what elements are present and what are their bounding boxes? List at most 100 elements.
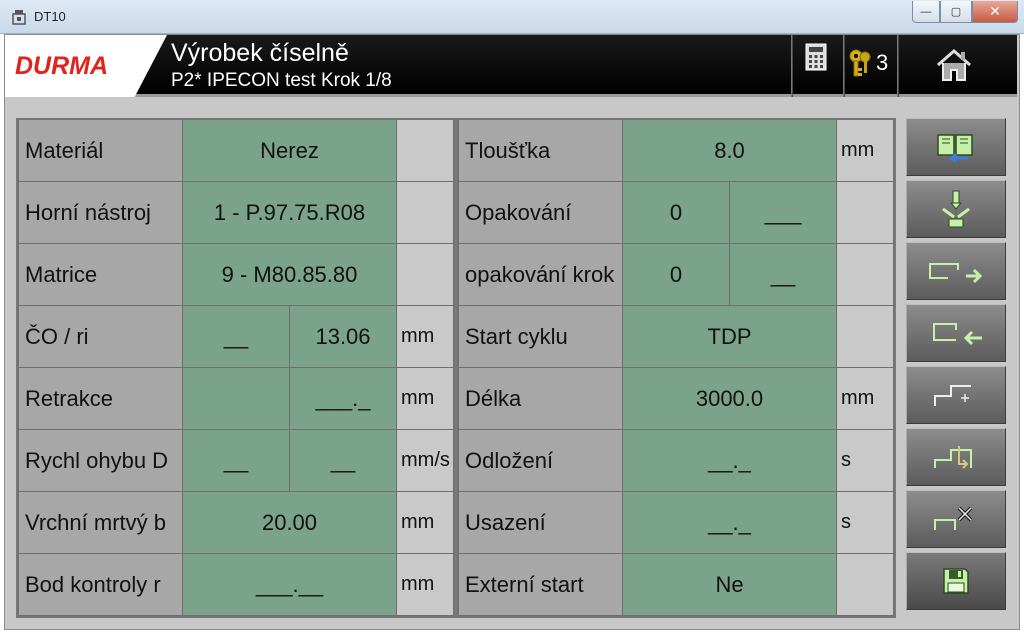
- param-unit: mm: [397, 368, 454, 430]
- param-label: Vrchní mrtvý b: [18, 492, 183, 554]
- param-unit: s: [837, 492, 894, 554]
- param-value-field[interactable]: Ne: [623, 554, 837, 616]
- param-row-usazeni: Usazení __._ s: [458, 492, 894, 554]
- bend-forward-icon: [929, 263, 983, 284]
- calculator-button[interactable]: [805, 43, 827, 71]
- param-row-material: Materiál Nerez: [18, 120, 454, 182]
- param-row-start-cyklu: Start cyklu TDP: [458, 306, 894, 368]
- param-row-matrice: Matrice 9 - M80.85.80: [18, 244, 454, 306]
- param-value-field[interactable]: 13.06: [290, 306, 397, 368]
- param-unit: mm: [397, 306, 454, 368]
- bend-back-icon: [933, 323, 982, 346]
- key-icon: [849, 49, 871, 77]
- param-label: Rychl ohybu D: [18, 430, 183, 492]
- param-unit: [837, 306, 894, 368]
- param-value-field[interactable]: 9 - M80.85.80: [183, 244, 397, 306]
- param-row-vrchni-mrtvy-b: Vrchní mrtvý b 20.00 mm: [18, 492, 454, 554]
- param-label: Horní nástroj: [18, 182, 183, 244]
- param-value-field[interactable]: __: [183, 306, 290, 368]
- home-button[interactable]: [935, 47, 973, 83]
- add-step-button[interactable]: [906, 366, 1006, 424]
- bend-back-button[interactable]: [906, 304, 1006, 362]
- param-label: Opakování: [458, 182, 623, 244]
- param-row-delka: Délka 3000.0 mm: [458, 368, 894, 430]
- maximize-button[interactable]: ▢: [940, 1, 972, 23]
- side-toolbar: [906, 118, 1008, 618]
- tools-button[interactable]: [906, 180, 1006, 238]
- bend-forward-button[interactable]: [906, 242, 1006, 300]
- save-button[interactable]: [906, 552, 1006, 610]
- program-library-button[interactable]: [906, 118, 1006, 176]
- param-unit: mm: [837, 120, 894, 182]
- param-label: Retrakce: [18, 368, 183, 430]
- param-unit: mm: [837, 368, 894, 430]
- insert-step-button[interactable]: [906, 428, 1006, 486]
- param-unit: [397, 182, 454, 244]
- param-value-field[interactable]: Nerez: [183, 120, 397, 182]
- param-value-field[interactable]: __._: [623, 430, 837, 492]
- param-row-rychl-ohybu-d: Rychl ohybu D __ __ mm/s: [18, 430, 454, 492]
- param-unit: mm: [397, 492, 454, 554]
- param-value-field[interactable]: TDP: [623, 306, 837, 368]
- param-row-horni-nastroj: Horní nástroj 1 - P.97.75.R08: [18, 182, 454, 244]
- param-value-field[interactable]: __._: [623, 492, 837, 554]
- param-label: Start cyklu: [458, 306, 623, 368]
- param-label: Usazení: [458, 492, 623, 554]
- param-value-field[interactable]: __: [730, 244, 837, 306]
- param-value-field[interactable]: __: [183, 430, 290, 492]
- home-icon: [937, 49, 971, 81]
- param-value-field[interactable]: 0: [623, 244, 730, 306]
- param-label: Délka: [458, 368, 623, 430]
- param-row-bod-kontroly-r: Bod kontroly r ___.__ mm: [18, 554, 454, 616]
- param-row-retrakce: Retrakce ___._ mm: [18, 368, 454, 430]
- param-value-field[interactable]: ___._: [290, 368, 397, 430]
- param-value-field[interactable]: __: [290, 430, 397, 492]
- param-unit: mm/s: [397, 430, 454, 492]
- param-value-field[interactable]: 0: [623, 182, 730, 244]
- param-unit: [397, 120, 454, 182]
- delete-step-button[interactable]: [906, 490, 1006, 548]
- page-title: Výrobek číselně: [171, 39, 349, 67]
- param-value-field[interactable]: 8.0: [623, 120, 837, 182]
- book-transfer-icon: [937, 134, 973, 164]
- page-subtitle: P2* IPECON test Krok 1/8: [171, 70, 392, 91]
- param-label: opakování krok: [458, 244, 623, 306]
- param-value-field[interactable]: 3000.0: [623, 368, 837, 430]
- param-value-field[interactable]: 1 - P.97.75.R08: [183, 182, 397, 244]
- param-label: Odložení: [458, 430, 623, 492]
- insert-step-icon: [934, 446, 972, 469]
- access-level-count: 3: [876, 50, 889, 75]
- param-row-co-ri: ČO / ri __ 13.06 mm: [18, 306, 454, 368]
- param-row-odlozeni: Odložení __._ s: [458, 430, 894, 492]
- param-label: Externí start: [458, 554, 623, 616]
- maximize-icon: ▢: [950, 6, 962, 18]
- param-row-tloustka: Tloušťka 8.0 mm: [458, 120, 894, 182]
- param-row-opakovani-krok: opakování krok 0 __: [458, 244, 894, 306]
- param-value-field[interactable]: ___: [730, 182, 837, 244]
- close-button[interactable]: ✕: [972, 1, 1018, 23]
- access-level[interactable]: 3: [848, 48, 888, 78]
- save-icon: [943, 568, 969, 594]
- param-unit: [837, 182, 894, 244]
- param-label: Tloušťka: [458, 120, 623, 182]
- param-label: Matrice: [18, 244, 183, 306]
- calculator-icon: [805, 43, 827, 71]
- tool-punch-icon: [942, 190, 970, 228]
- minimize-button[interactable]: —: [912, 1, 940, 23]
- param-unit: [837, 554, 894, 616]
- app-header: DURMA Výrobek číselně P2* IPECON test Kr…: [5, 35, 1017, 97]
- add-step-icon: [934, 385, 971, 406]
- param-label: Materiál: [18, 120, 183, 182]
- param-row-opakovani: Opakování 0 ___: [458, 182, 894, 244]
- param-row-externi-start: Externí start Ne: [458, 554, 894, 616]
- param-unit: [397, 244, 454, 306]
- param-value-field[interactable]: [183, 368, 290, 430]
- param-unit: s: [837, 430, 894, 492]
- close-icon: ✕: [989, 3, 1001, 19]
- param-label: ČO / ri: [18, 306, 183, 368]
- window-titlebar: DT10 — ▢ ✕: [0, 0, 1024, 34]
- param-unit: mm: [397, 554, 454, 616]
- param-unit: [837, 244, 894, 306]
- param-value-field[interactable]: 20.00: [183, 492, 397, 554]
- param-value-field[interactable]: ___.__: [183, 554, 397, 616]
